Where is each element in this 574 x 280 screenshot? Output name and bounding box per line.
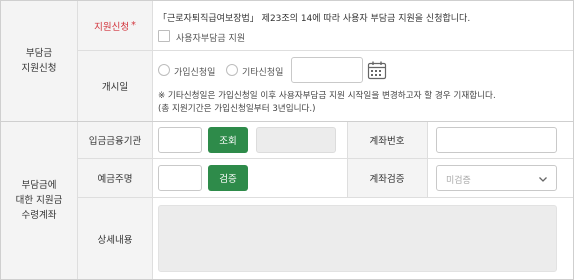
divider — [427, 122, 428, 198]
verify-label-cell: 계좌검증 — [347, 159, 427, 197]
bank-name-field — [256, 127, 336, 153]
support-checkbox-label[interactable]: 사용자부담금 지원 — [176, 31, 245, 44]
holder-label: 예금주명 — [97, 174, 133, 185]
section-burden-apply: 부담금 지원신청 — [1, 1, 77, 121]
radio-other-date-label[interactable]: 기타신청일 — [242, 65, 283, 78]
radio-join-date[interactable] — [158, 64, 170, 76]
divider — [77, 1, 78, 279]
account-label: 계좌번호 — [369, 136, 405, 147]
apply-statement: 「근로자퇴직급여보장법」 제23조의 14에 따라 사용자 부담금 지원을 신청… — [158, 14, 471, 24]
required-mark: * — [131, 20, 136, 31]
divider — [78, 197, 573, 198]
verify-button[interactable]: 검증 — [208, 165, 248, 191]
divider — [78, 158, 573, 159]
radio-other-date[interactable] — [226, 64, 238, 76]
start-date-input[interactable] — [291, 57, 363, 83]
detail-label-cell: 상세내용 — [78, 198, 152, 279]
bank-label: 입금금융기관 — [88, 136, 142, 147]
start-label-cell: 개시일 — [78, 51, 152, 121]
bank-label-cell: 입금금융기관 — [78, 122, 152, 158]
account-number-input[interactable] — [436, 127, 557, 153]
apply-label: 지원신청 — [94, 21, 130, 33]
verify-status: 미검증 — [446, 176, 471, 186]
start-label: 개시일 — [101, 82, 129, 93]
apply-label-cell: 지원신청 * — [78, 1, 152, 50]
account-label-cell: 계좌번호 — [347, 122, 427, 158]
radio-join-date-label[interactable]: 가입신청일 — [174, 65, 215, 78]
divider — [347, 122, 348, 198]
divider — [78, 50, 573, 51]
support-checkbox[interactable] — [158, 30, 170, 42]
start-note-1: ※ 기타신청일은 가입신청일 이후 사용자부담금 지원 시작일을 변경하고자 할… — [158, 91, 496, 101]
section-account: 부담금에 대한 지원금 수령계좌 — [1, 122, 77, 279]
detail-textarea[interactable] — [158, 205, 557, 272]
detail-label: 상세내용 — [97, 234, 133, 246]
start-note-2: (총 지원기간은 가입신청일부터 3년입니다.) — [158, 104, 316, 114]
holder-label-cell: 예금주명 — [78, 159, 152, 197]
divider — [1, 121, 573, 122]
account-verify-select[interactable]: 미검증 — [436, 165, 557, 191]
calendar-icon[interactable] — [367, 60, 387, 80]
chevron-down-icon — [539, 177, 547, 182]
divider — [152, 1, 153, 279]
holder-name-input[interactable] — [158, 165, 202, 191]
bank-code-input[interactable] — [158, 127, 202, 153]
lookup-button[interactable]: 조회 — [208, 127, 248, 153]
verify-label: 계좌검증 — [369, 174, 405, 185]
